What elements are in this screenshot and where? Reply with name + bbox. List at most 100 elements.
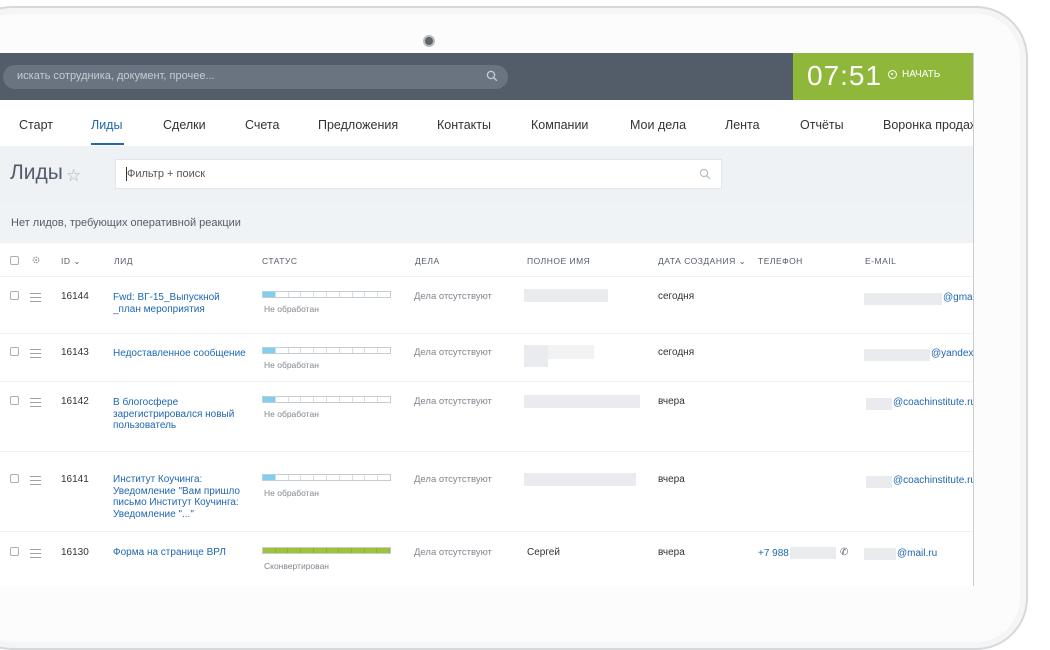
- phone-link[interactable]: +7 988: [758, 548, 789, 559]
- nav-item-contacts[interactable]: Контакты: [437, 118, 491, 132]
- start-label: НАЧАТЬ: [902, 69, 941, 80]
- status-progress[interactable]: [262, 347, 391, 354]
- email-link[interactable]: @mail.ru: [897, 548, 937, 559]
- nav-item-deals[interactable]: Сделки: [163, 118, 206, 132]
- col-email[interactable]: E-MAIL: [865, 256, 896, 266]
- nav-item-leads[interactable]: Лиды: [91, 118, 122, 132]
- row-menu-icon[interactable]: [30, 293, 41, 305]
- search-icon: [699, 168, 711, 180]
- col-phone[interactable]: ТЕЛЕФОН: [758, 256, 803, 266]
- lead-id: 16142: [61, 396, 89, 407]
- sort-chevron-icon: ⌄: [73, 256, 81, 266]
- row-menu-icon[interactable]: [30, 398, 41, 410]
- lead-id: 16141: [61, 474, 89, 485]
- redacted-fullname: [524, 345, 548, 367]
- email-link[interactable]: @coachinstitute.ru: [893, 475, 973, 486]
- status-progress[interactable]: [262, 547, 391, 554]
- lead-id: 16144: [61, 291, 89, 302]
- favorite-star-icon[interactable]: ☆: [66, 166, 81, 186]
- lead-title-link[interactable]: Институт Коучинга: Уведомление "Вам приш…: [113, 474, 248, 520]
- nav-item-my-activities[interactable]: Мои дела: [630, 118, 686, 132]
- start-workday-button[interactable]: НАЧАТЬ: [888, 69, 940, 80]
- row-checkbox[interactable]: [10, 474, 19, 483]
- created-date: сегодня: [658, 291, 695, 302]
- clock: 07:51: [807, 60, 883, 91]
- redacted-email-user: [864, 548, 896, 560]
- record-icon: [888, 70, 897, 79]
- nav-item-start[interactable]: Старт: [19, 118, 53, 132]
- camera-icon: [423, 35, 435, 47]
- status-text: Не обработан: [264, 409, 319, 419]
- email-link[interactable]: @gmail.com: [943, 292, 973, 303]
- app-screen: искать сотрудника, документ, прочее... 0…: [0, 53, 974, 586]
- col-fullname[interactable]: ПОЛНОЕ ИМЯ: [527, 256, 590, 266]
- nav-item-sales-funnel[interactable]: Воронка продаж: [883, 118, 973, 132]
- table-row[interactable]: 16141 Институт Коучинга: Уведомление "Ва…: [0, 451, 973, 532]
- filter-placeholder: Фильтр + поиск: [127, 168, 206, 180]
- email-link[interactable]: @coachinstitute.ru: [893, 397, 973, 408]
- table-row[interactable]: 16144 Fwd: ВГ-15_Выпускной _план меропри…: [0, 277, 973, 334]
- lead-title-link[interactable]: Недоставленное сообщение: [113, 348, 248, 360]
- lead-id: 16130: [61, 547, 89, 558]
- lead-id: 16143: [61, 347, 89, 358]
- col-lead[interactable]: ЛИД: [114, 256, 133, 266]
- table-row[interactable]: 16143 Недоставленное сообщение Не обрабо…: [0, 333, 973, 382]
- table-header: ID ⌄ ЛИД СТАТУС ДЕЛА ПОЛНОЕ ИМЯ ДАТА СОЗ…: [0, 243, 973, 277]
- row-checkbox[interactable]: [10, 547, 19, 556]
- deals-text: Дела отсутствуют: [414, 474, 492, 485]
- table-row[interactable]: 16130 Форма на странице ВРЛ Сконвертиров…: [0, 531, 973, 586]
- search-placeholder: искать сотрудника, документ, прочее...: [17, 70, 215, 82]
- created-date: вчера: [658, 547, 685, 558]
- select-all-checkbox[interactable]: [10, 256, 19, 265]
- col-status[interactable]: СТАТУС: [262, 256, 298, 266]
- global-search-input[interactable]: искать сотрудника, документ, прочее...: [3, 65, 508, 89]
- gear-icon[interactable]: [31, 255, 41, 265]
- nav-item-feed[interactable]: Лента: [725, 118, 760, 132]
- lead-title-link[interactable]: Форма на странице ВРЛ: [113, 547, 248, 559]
- nav-item-companies[interactable]: Компании: [531, 118, 588, 132]
- nav-item-reports[interactable]: Отчёты: [800, 118, 844, 132]
- redacted-phone: [790, 547, 836, 559]
- deals-text: Дела отсутствуют: [414, 547, 492, 558]
- status-text: Не обработан: [264, 488, 319, 498]
- col-id-label: ID: [61, 256, 71, 266]
- lead-title-link[interactable]: Fwd: ВГ-15_Выпускной _план мероприятия: [113, 292, 248, 315]
- status-progress[interactable]: [262, 474, 391, 481]
- lead-title-link[interactable]: В блогосфере зарегистрировался новый пол…: [113, 397, 248, 432]
- col-deals[interactable]: ДЕЛА: [415, 256, 440, 266]
- nav-item-quotes[interactable]: Предложения: [318, 118, 398, 132]
- row-menu-icon[interactable]: [30, 549, 41, 561]
- filter-search-input[interactable]: Фильтр + поиск: [115, 159, 722, 189]
- table-row[interactable]: 16142 В блогосфере зарегистрировался нов…: [0, 381, 973, 452]
- created-date: вчера: [658, 396, 685, 407]
- phone-call-icon[interactable]: ✆: [840, 547, 848, 558]
- page-title: Лиды: [10, 161, 63, 184]
- created-date: вчера: [658, 474, 685, 485]
- deals-text: Дела отсутствуют: [414, 347, 492, 358]
- row-menu-icon[interactable]: [30, 476, 41, 488]
- deals-text: Дела отсутствуют: [414, 396, 492, 407]
- row-checkbox[interactable]: [10, 291, 19, 300]
- active-tab-indicator: [91, 143, 124, 145]
- nav-item-invoices[interactable]: Счета: [245, 118, 279, 132]
- row-menu-icon[interactable]: [30, 349, 41, 361]
- status-text: Не обработан: [264, 304, 319, 314]
- col-created-label: ДАТА СОЗДАНИЯ: [658, 256, 736, 266]
- col-id[interactable]: ID ⌄: [61, 256, 81, 267]
- crm-nav: Старт Лиды Сделки Счета Предложения Конт…: [0, 100, 973, 147]
- redacted-fullname: [524, 395, 640, 408]
- redacted-fullname: [524, 289, 608, 302]
- redacted-fullname-part: [548, 345, 594, 359]
- work-timer[interactable]: 07:51 НАЧАТЬ: [793, 53, 973, 100]
- status-progress[interactable]: [262, 291, 391, 298]
- redacted-email-user: [866, 476, 892, 488]
- redacted-email-user: [864, 293, 942, 305]
- notice-text: Нет лидов, требующих оперативной реакции: [11, 217, 241, 229]
- redacted-email-user: [864, 349, 930, 361]
- row-checkbox[interactable]: [10, 396, 19, 405]
- status-progress[interactable]: [262, 396, 391, 403]
- redacted-email-user: [866, 398, 892, 410]
- col-created[interactable]: ДАТА СОЗДАНИЯ ⌄: [658, 256, 746, 267]
- email-link[interactable]: @yandex.ru: [931, 348, 973, 359]
- row-checkbox[interactable]: [10, 347, 19, 356]
